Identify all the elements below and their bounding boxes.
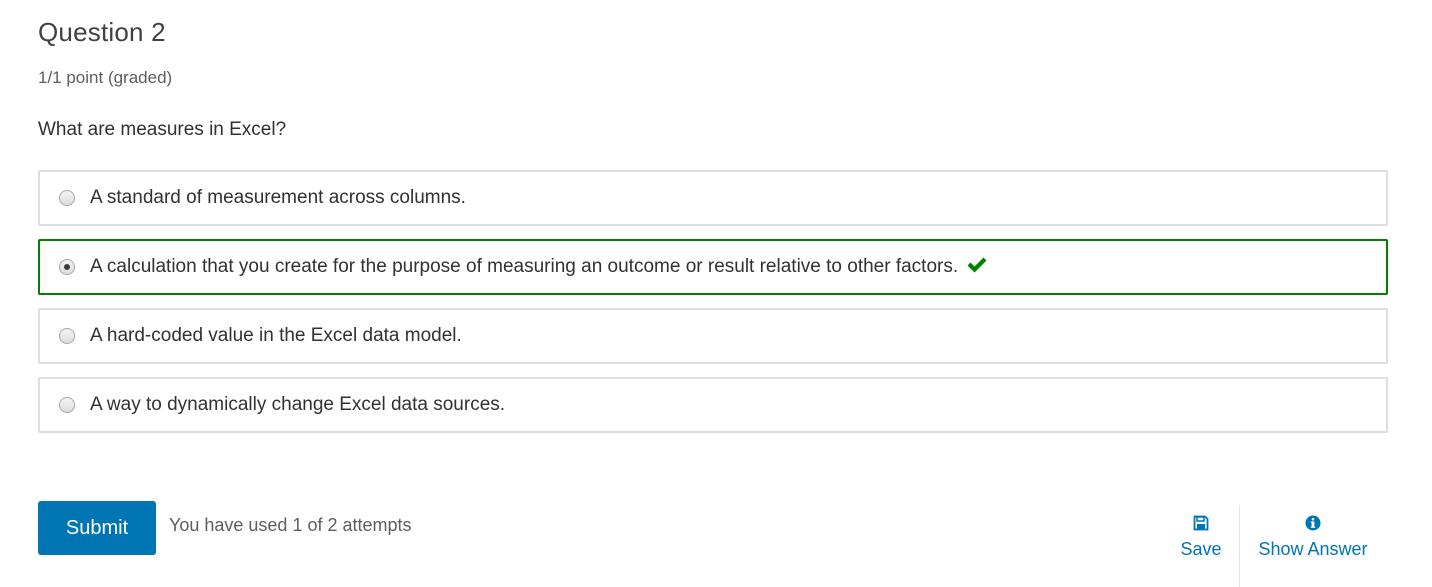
info-circle-icon: [1305, 515, 1321, 533]
radio-button[interactable]: [59, 397, 75, 413]
answer-option-label: A way to dynamically change Excel data s…: [90, 394, 506, 415]
floppy-disk-icon: [1193, 515, 1209, 533]
answer-option-label: A standard of measurement across columns…: [90, 187, 466, 208]
submit-button[interactable]: Submit: [38, 501, 156, 555]
problem-panel: Question 2 1/1 point (graded) What are m…: [0, 0, 1432, 587]
radio-button[interactable]: [59, 190, 75, 206]
save-button[interactable]: Save: [1170, 515, 1232, 560]
question-points: 1/1 point (graded): [38, 68, 173, 87]
attempts-text: You have used 1 of 2 attempts: [169, 515, 412, 535]
show-answer-label: Show Answer: [1258, 539, 1368, 559]
question-prompt: What are measures in Excel?: [38, 119, 287, 140]
answer-options: A standard of measurement across columns…: [38, 170, 1388, 446]
answer-option-label: A hard-coded value in the Excel data mod…: [90, 325, 462, 346]
answer-option-label: A calculation that you create for the pu…: [90, 256, 959, 277]
answer-option[interactable]: A hard-coded value in the Excel data mod…: [38, 308, 1388, 364]
radio-button-selected[interactable]: [59, 259, 75, 275]
answer-option-correct[interactable]: A calculation that you create for the pu…: [38, 239, 1388, 295]
question-title: Question 2: [38, 17, 166, 47]
save-label: Save: [1180, 539, 1222, 559]
answer-option[interactable]: A standard of measurement across columns…: [38, 170, 1388, 226]
checkmark-icon: [966, 256, 988, 279]
show-answer-button[interactable]: Show Answer: [1250, 515, 1376, 560]
answer-option[interactable]: A way to dynamically change Excel data s…: [38, 377, 1388, 433]
radio-button[interactable]: [59, 328, 75, 344]
action-divider: [1239, 505, 1240, 587]
